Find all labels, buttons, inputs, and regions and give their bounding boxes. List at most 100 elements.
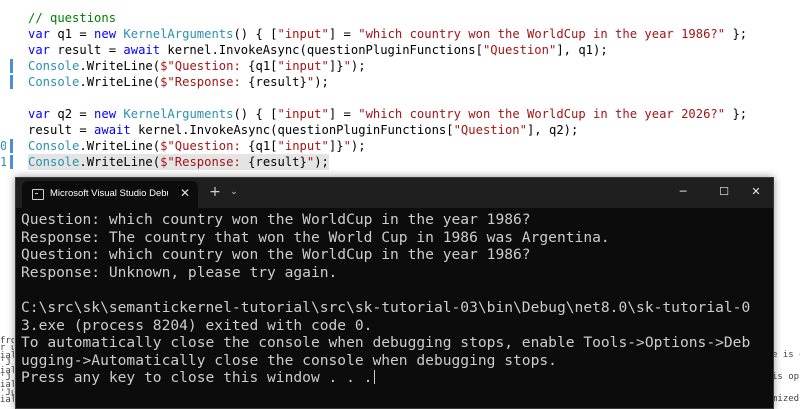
console-line-text: Response: Unknown, please try again. [21,263,338,281]
console-line: Response: The country that won the World… [21,229,769,247]
console-output[interactable]: Question: which country won the WorldCup… [21,211,769,401]
code-token: () { [ [233,27,278,41]
console-line: Response: Unknown, please try again. [21,264,769,282]
minimize-button[interactable]: ─ [668,182,698,202]
code-text: Console.WriteLine($"Response: {result}")… [28,74,329,90]
chevron-down-icon[interactable]: ⌄ [228,185,240,199]
code-token: .WriteLine( [79,59,161,73]
code-line[interactable]: Console.WriteLine($"Question: {q1["input… [0,58,800,74]
code-token: Console [28,155,80,169]
code-line[interactable]: var q2 = new KernelArguments() { ["input… [0,106,800,122]
code-token: $"Question: [160,139,249,153]
code-text: var q1 = new KernelArguments() { ["input… [28,26,747,42]
console-line: Question: which country won the WorldCup… [21,211,769,229]
code-token: result = [50,43,124,57]
right-pane-line: e is op [772,350,800,360]
code-token: $"Question: [160,59,249,73]
code-token: await [94,123,131,137]
code-token: "which country won the WorldCup in the y… [358,27,726,41]
code-line[interactable]: 0 Console.WriteLine($"Question: {q1["inpu… [0,138,800,154]
code-line[interactable]: var result = await kernel.InvokeAsync(qu… [0,42,800,58]
maximize-button[interactable]: ☐ [709,182,739,202]
console-line-text: Press any key to close this window . . . [21,369,373,387]
code-token: ); [314,155,329,169]
code-token: "input" [277,27,329,41]
code-token: () { [ [233,107,278,121]
code-token: }; [725,107,748,121]
console-line: C:\src\sk\semantickernel-tutorial\src\sk… [21,299,769,317]
code-token: result = [28,123,95,137]
code-token: new [94,107,117,121]
code-token: "Question" [482,43,557,57]
console-line-text: Response: The country that won the World… [21,228,610,246]
code-text: // questions [28,10,116,26]
code-token: new [94,27,117,41]
code-token: " [343,59,351,73]
console-line-text: Question: which country won the WorldCup… [21,246,531,264]
console-line-text: C:\src\sk\semantickernel-tutorial\src\sk… [21,298,751,316]
line-number: 0 [0,139,6,153]
code-token: ], q2); [526,123,579,137]
change-indicator [10,59,13,73]
code-token: Console [28,139,80,153]
code-text: Console.WriteLine($"Question: {q1["input… [28,138,366,154]
code-token: kernel.InvokeAsync(questionPluginFunctio… [160,43,483,57]
code-line[interactable]: Console.WriteLine($"Response: {result}")… [0,74,800,90]
code-text: result = await kernel.InvokeAsync(questi… [28,122,578,138]
code-line[interactable]: // questions [0,10,800,26]
code-token: {result} [248,75,307,89]
code-token: ] = [328,107,359,121]
code-token: var [28,27,51,41]
code-token: q2 = [50,107,95,121]
code-token: KernelArguments [123,107,234,121]
code-token: "which country won the WorldCup in the y… [358,107,726,121]
code-token: ] = [328,27,359,41]
code-token: var [28,107,51,121]
terminal-icon [32,189,44,200]
code-token: // questions [28,11,117,25]
console-line-text: Question: which country won the WorldCup… [21,211,531,228]
console-line: Press any key to close this window . . . [21,369,769,387]
code-text: Console.WriteLine($"Question: {q1["input… [28,58,366,74]
code-token: ]} [328,139,344,153]
code-token: " [343,139,351,153]
code-text: Console.WriteLine($"Response: {result}")… [28,154,329,170]
code-token: "Question" [453,123,527,137]
code-line[interactable]: result = await kernel.InvokeAsync(questi… [0,122,800,138]
debug-console-window[interactable]: Microsoft Visual Studio Debug Console ✕ … [15,177,774,409]
code-text: var q2 = new KernelArguments() { ["input… [28,106,747,122]
console-line-text: To automatically close the console when … [21,334,751,352]
close-window-button[interactable]: ✕ [741,182,771,202]
code-token: q1 = [50,27,95,41]
new-tab-button[interactable]: + [208,184,222,200]
right-pane-line: mized [772,394,800,404]
text-cursor [374,370,376,385]
code-token: Console [28,59,80,73]
change-indicator [10,139,13,153]
code-token: ); [350,139,366,153]
code-token: $"Response: [160,155,249,169]
code-token: ); [350,59,366,73]
code-token: var [28,43,51,57]
code-token: Console [28,75,80,89]
tab-debug-console[interactable]: Microsoft Visual Studio Debug Console ✕ [22,181,198,208]
console-line: 3.exe (process 8204) exited with code 0. [21,317,769,335]
console-line: ugging->Automatically close the console … [21,352,769,370]
code-line[interactable]: 1 Console.WriteLine($"Response: {result}"… [0,154,800,170]
close-tab-icon[interactable]: ✕ [178,186,192,200]
code-line[interactable]: var q1 = new KernelArguments() { ["input… [0,26,800,42]
line-number: 1 [0,155,6,169]
console-line-text: 3.exe (process 8204) exited with code 0. [21,316,373,334]
code-token: ]} [328,59,344,73]
code-token: .WriteLine( [79,155,161,169]
code-token: "input" [277,139,329,153]
terminal-titlebar[interactable]: Microsoft Visual Studio Debug Console ✕ … [16,178,773,208]
code-token: kernel.InvokeAsync(questionPluginFunctio… [130,123,454,137]
code-token: {q1[ [248,59,278,73]
code-token: .WriteLine( [79,139,161,153]
tab-title: Microsoft Visual Studio Debug Console [50,188,168,199]
code-line[interactable] [0,90,800,106]
code-token: KernelArguments [123,27,234,41]
code-text: var result = await kernel.InvokeAsync(qu… [28,42,608,58]
